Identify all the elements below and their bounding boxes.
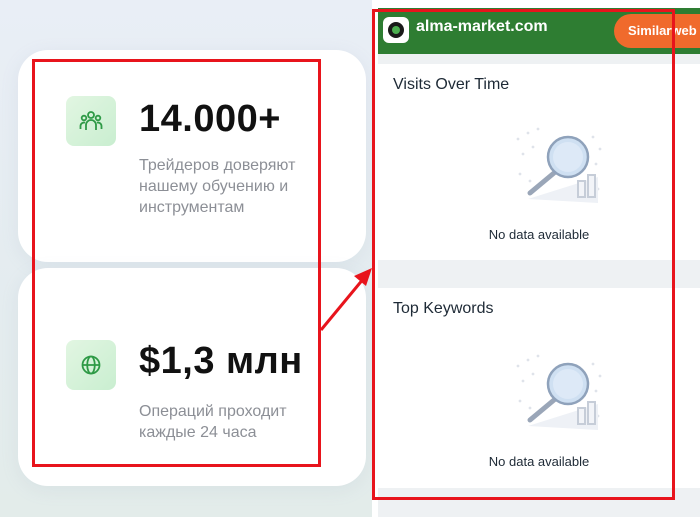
annotation-arrow <box>319 268 372 331</box>
